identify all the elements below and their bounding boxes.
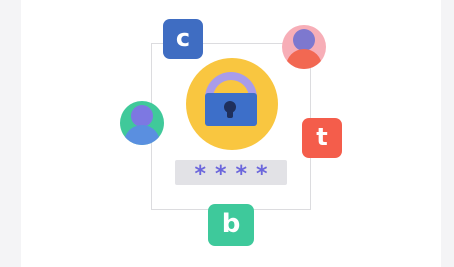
avatar-head — [131, 105, 153, 127]
avatar-body — [124, 125, 160, 145]
app-tile-t-icon: t — [302, 118, 342, 158]
avatar-body — [286, 49, 322, 69]
user-avatar-icon — [282, 25, 326, 69]
keyhole-stem — [227, 108, 233, 118]
app-tile-b-icon: b — [208, 204, 254, 246]
password-field: **** — [175, 160, 287, 185]
user-avatar-icon — [120, 101, 164, 145]
avatar-head — [293, 29, 315, 51]
app-tile-c-icon: c — [163, 19, 203, 59]
